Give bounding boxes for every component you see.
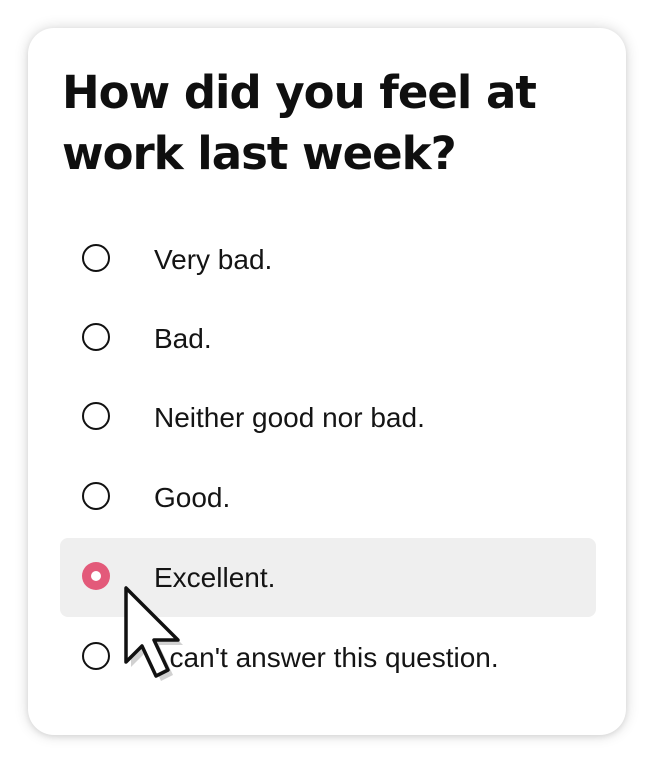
option-label: Excellent. bbox=[154, 562, 276, 593]
option-excellent[interactable]: Excellent. bbox=[60, 538, 596, 617]
radio-button-icon[interactable] bbox=[82, 244, 110, 272]
option-neither[interactable]: Neither good nor bad. bbox=[60, 378, 596, 457]
option-very-bad[interactable]: Very bad. bbox=[60, 220, 596, 299]
option-good[interactable]: Good. bbox=[60, 458, 596, 537]
option-label: Bad. bbox=[154, 323, 212, 354]
option-cannot-answer[interactable]: I can't answer this question. bbox=[60, 618, 596, 697]
radio-button-icon[interactable] bbox=[82, 402, 110, 430]
radio-button-icon[interactable] bbox=[82, 323, 110, 351]
option-label: Neither good nor bad. bbox=[154, 402, 425, 433]
answer-options: Very bad. Bad. Neither good nor bad. Goo… bbox=[28, 28, 626, 735]
survey-card: How did you feel at work last week? Very… bbox=[28, 28, 626, 735]
option-label: Good. bbox=[154, 482, 231, 513]
option-label: I can't answer this question. bbox=[154, 642, 499, 673]
radio-button-checked-icon[interactable] bbox=[82, 562, 110, 590]
radio-button-icon[interactable] bbox=[82, 482, 110, 510]
option-label: Very bad. bbox=[154, 244, 273, 275]
option-bad[interactable]: Bad. bbox=[60, 299, 596, 378]
radio-button-icon[interactable] bbox=[82, 642, 110, 670]
